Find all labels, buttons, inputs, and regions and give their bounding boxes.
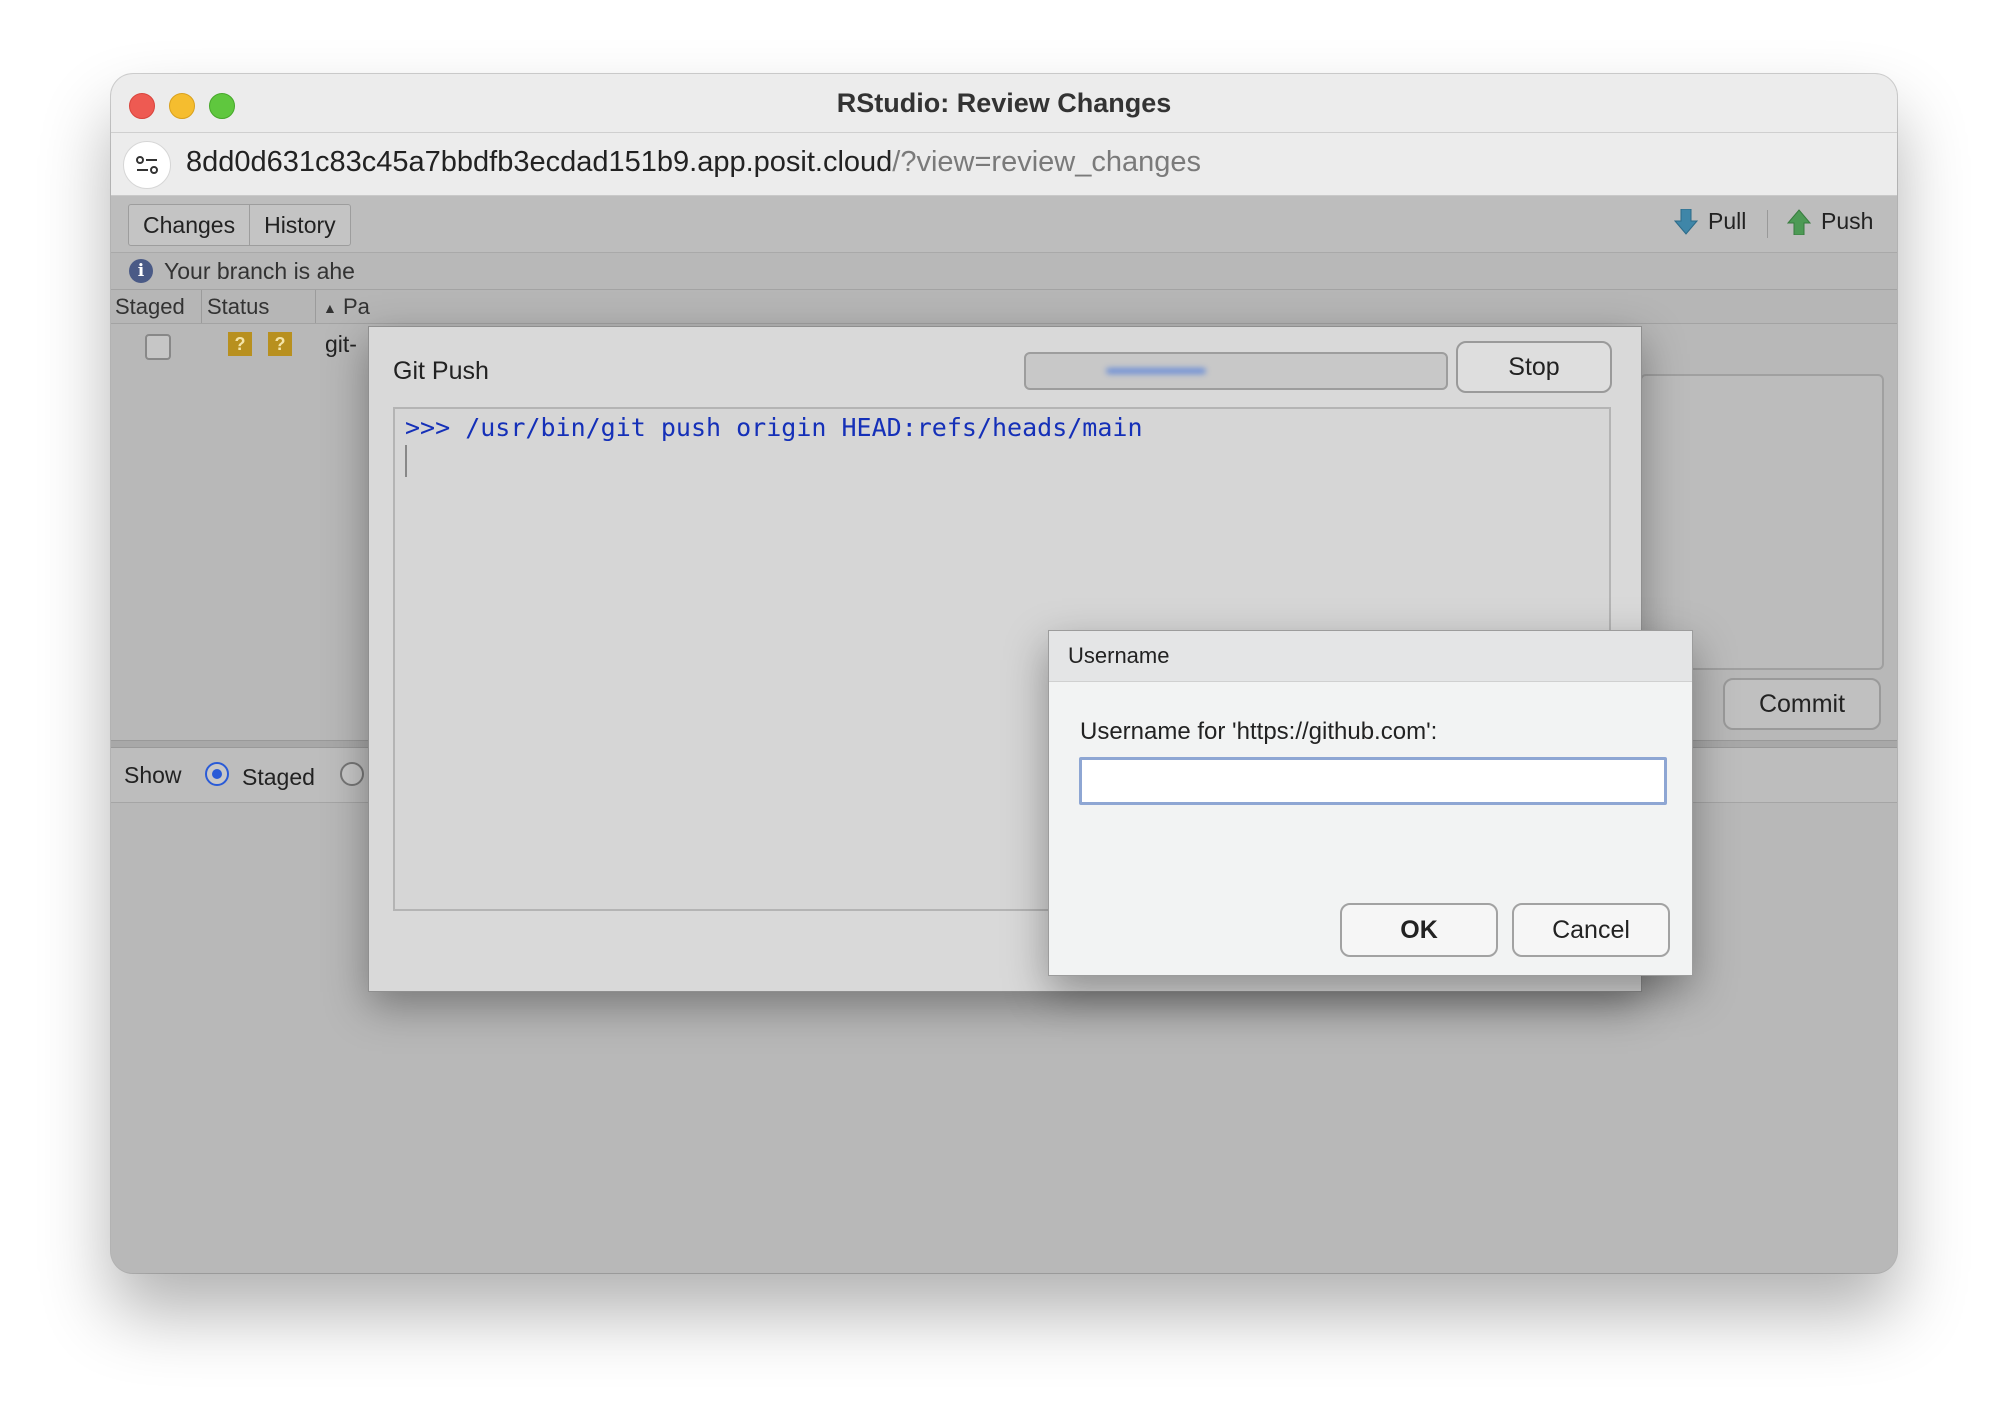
staged-radio-label: Staged: [242, 764, 315, 790]
staged-radio[interactable]: [205, 762, 229, 786]
toolbar-divider: [1767, 210, 1768, 238]
site-settings-icon[interactable]: [123, 141, 171, 189]
push-arrow-icon: [1787, 208, 1811, 235]
view-tabs: Changes History: [128, 204, 351, 246]
commit-message-input[interactable]: [1640, 374, 1884, 670]
unstaged-radio[interactable]: [340, 762, 364, 786]
progress-bar: [1024, 352, 1448, 390]
title-bar: RStudio: Review Changes: [111, 74, 1897, 133]
file-path: git-: [325, 331, 357, 357]
commit-button[interactable]: Commit: [1723, 678, 1881, 730]
branch-info-bar: i Your branch is ahe: [111, 253, 1897, 289]
pull-arrow-icon: [1674, 208, 1698, 235]
address-bar: 8dd0d631c83c45a7bbdfb3ecdad151b9.app.pos…: [111, 133, 1897, 196]
column-status[interactable]: Status: [207, 294, 269, 320]
pull-label: Pull: [1708, 208, 1747, 234]
tab-history[interactable]: History: [250, 205, 350, 245]
show-label: Show: [124, 762, 182, 788]
column-path-label: Pa: [342, 294, 370, 319]
ok-button[interactable]: OK: [1340, 903, 1498, 957]
sort-asc-icon: ▲: [323, 300, 337, 317]
browser-window: RStudio: Review Changes 8dd0d631c83c45a7…: [111, 74, 1897, 1273]
column-divider: [315, 290, 316, 323]
branch-info-text: Your branch is ahe: [164, 258, 355, 284]
url-path: /?view=review_changes: [892, 146, 1202, 178]
cancel-button[interactable]: Cancel: [1512, 903, 1670, 957]
username-dialog: Username Username for 'https://github.co…: [1048, 630, 1693, 976]
column-staged[interactable]: Staged: [115, 294, 185, 320]
stop-button[interactable]: Stop: [1456, 341, 1612, 393]
git-command-line: >>> /usr/bin/git push origin HEAD:refs/h…: [405, 413, 1143, 442]
username-dialog-titlebar: Username: [1049, 631, 1692, 682]
tab-changes[interactable]: Changes: [129, 205, 251, 245]
staged-status-badge: ?: [268, 332, 292, 356]
review-toolbar: Changes History Pull Push: [111, 196, 1897, 253]
console-caret: [405, 445, 407, 477]
git-push-dialog: Git Push Stop >>> /usr/bin/git push orig…: [368, 326, 1693, 992]
url-text[interactable]: 8dd0d631c83c45a7bbdfb3ecdad151b9.app.pos…: [186, 146, 1201, 179]
pull-button[interactable]: Pull: [1674, 208, 1746, 235]
window-title: RStudio: Review Changes: [836, 88, 1172, 118]
push-label: Push: [1821, 208, 1874, 234]
username-prompt: Username for 'https://github.com':: [1080, 718, 1438, 745]
git-push-title: Git Push: [393, 357, 489, 385]
staged-checkbox[interactable]: [145, 334, 171, 360]
url-host: 8dd0d631c83c45a7bbdfb3ecdad151b9.app.pos…: [186, 146, 893, 178]
username-input[interactable]: [1079, 757, 1667, 805]
push-button[interactable]: Push: [1787, 208, 1873, 235]
review-changes-pane: Changes History Pull Push i Your branch …: [111, 196, 1897, 1273]
file-list-header: Staged Status ▲ Pa: [111, 289, 1897, 324]
unstaged-status-badge: ?: [228, 332, 252, 356]
column-divider: [201, 290, 202, 323]
username-dialog-title: Username: [1068, 643, 1170, 668]
info-icon: i: [129, 259, 153, 283]
column-path[interactable]: ▲ Pa: [323, 294, 370, 320]
progress-indicator: [1106, 368, 1206, 374]
